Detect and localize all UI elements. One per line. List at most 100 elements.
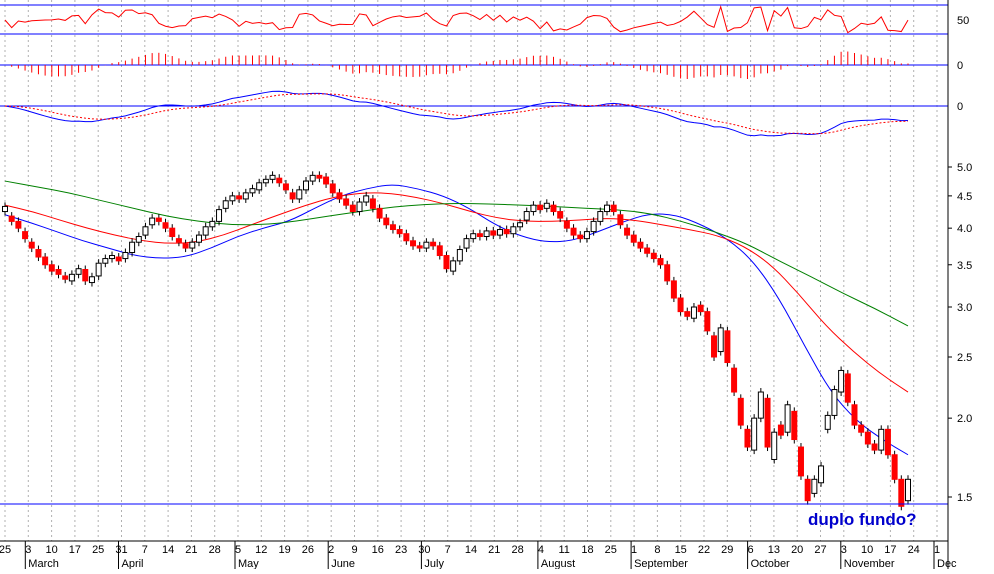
candle-body bbox=[316, 174, 323, 179]
candle-body bbox=[216, 209, 223, 222]
candle bbox=[563, 217, 570, 233]
candle-body bbox=[751, 417, 758, 451]
date-tick-label: 20 bbox=[791, 544, 803, 556]
candle-body bbox=[282, 183, 289, 191]
candle bbox=[704, 307, 711, 335]
rsi-line bbox=[4, 5, 909, 34]
candle bbox=[2, 202, 8, 216]
candle bbox=[644, 244, 651, 258]
candle-body bbox=[630, 234, 637, 243]
candle-body bbox=[269, 174, 276, 180]
candle-body bbox=[122, 252, 129, 260]
candle-body bbox=[764, 397, 771, 448]
candle-body bbox=[450, 260, 457, 272]
moving-average-line bbox=[4, 180, 909, 327]
candle bbox=[744, 425, 751, 452]
candle-body bbox=[410, 240, 417, 247]
chart-canvas: 50 0 0 duplo fundo? 5.0 4.5 4.0 3.5 3.0 2.5 2.… bbox=[0, 0, 972, 570]
date-tick-label: 4 bbox=[538, 544, 544, 556]
date-tick-label: 14 bbox=[162, 544, 174, 556]
candle-body bbox=[597, 211, 604, 222]
date-tick-label: 8 bbox=[654, 544, 660, 556]
candle-body bbox=[456, 249, 463, 262]
candle bbox=[711, 331, 718, 361]
candle bbox=[155, 214, 162, 226]
month-label: October bbox=[751, 558, 790, 569]
candle bbox=[503, 225, 510, 238]
candle-body bbox=[871, 443, 878, 451]
candle bbox=[858, 421, 865, 437]
candle-body bbox=[858, 424, 865, 433]
candle bbox=[296, 185, 303, 203]
date-tick-label: 11 bbox=[558, 544, 569, 556]
candle-body bbox=[209, 220, 216, 228]
date-tick-label: 21 bbox=[488, 544, 500, 556]
candle-body bbox=[88, 276, 95, 284]
month-label: June bbox=[331, 558, 355, 569]
candle-body bbox=[182, 243, 189, 249]
candle bbox=[771, 428, 778, 464]
candle bbox=[884, 425, 891, 459]
candle-body bbox=[604, 204, 610, 213]
candle bbox=[289, 188, 296, 203]
candle-body bbox=[189, 241, 196, 249]
date-tick-label: 26 bbox=[302, 544, 314, 556]
candle bbox=[162, 218, 169, 233]
candle-body bbox=[704, 311, 711, 332]
candle bbox=[844, 369, 851, 407]
candle bbox=[35, 245, 42, 262]
candle bbox=[784, 400, 791, 437]
candle bbox=[898, 475, 905, 511]
candle-body bbox=[650, 252, 657, 260]
candle bbox=[135, 232, 142, 247]
candle bbox=[329, 179, 336, 197]
candle-body bbox=[463, 238, 470, 249]
candle bbox=[242, 188, 249, 203]
month-label: May bbox=[238, 558, 259, 569]
candle-body bbox=[557, 211, 564, 219]
date-tick-label: 3 bbox=[25, 544, 31, 556]
candle bbox=[195, 231, 202, 247]
date-tick-label: 19 bbox=[278, 544, 290, 556]
candle-body bbox=[884, 428, 891, 456]
candle bbox=[764, 394, 771, 452]
candle-body bbox=[155, 217, 162, 222]
candle bbox=[878, 425, 885, 455]
candle-body bbox=[690, 306, 697, 319]
month-label: August bbox=[541, 558, 575, 569]
candle bbox=[537, 201, 544, 214]
date-tick-label: 15 bbox=[675, 544, 687, 556]
candle bbox=[871, 439, 878, 455]
candle bbox=[343, 194, 350, 210]
candle-body bbox=[55, 269, 62, 275]
candle bbox=[48, 260, 55, 276]
candle-body bbox=[677, 297, 684, 313]
candle-body bbox=[376, 207, 383, 219]
candle-body bbox=[129, 241, 136, 254]
date-tick-label: 9 bbox=[351, 544, 357, 556]
candle bbox=[269, 171, 276, 184]
candle bbox=[189, 238, 196, 253]
candle bbox=[637, 238, 644, 253]
candle-body bbox=[22, 231, 29, 240]
candle-body bbox=[195, 234, 202, 243]
date-tick-label: 23 bbox=[395, 544, 407, 556]
candle-body bbox=[684, 311, 691, 317]
candle-body bbox=[844, 373, 851, 403]
candle-body bbox=[717, 327, 724, 353]
date-tick-label: 1 bbox=[934, 544, 940, 556]
candle-body bbox=[42, 256, 49, 266]
candle bbox=[389, 220, 396, 234]
candle-body bbox=[757, 391, 764, 419]
candle-body bbox=[95, 262, 102, 277]
candle bbox=[604, 201, 610, 216]
price-tick-label: 2.5 bbox=[957, 352, 972, 364]
candle-body bbox=[811, 478, 818, 494]
candle bbox=[363, 191, 370, 207]
vertical-gridlines bbox=[4, 0, 938, 541]
candle-body bbox=[62, 275, 69, 280]
macd-panel: 0 bbox=[0, 90, 963, 137]
candle bbox=[737, 394, 744, 430]
candle bbox=[142, 222, 149, 240]
candle-body bbox=[550, 204, 557, 213]
